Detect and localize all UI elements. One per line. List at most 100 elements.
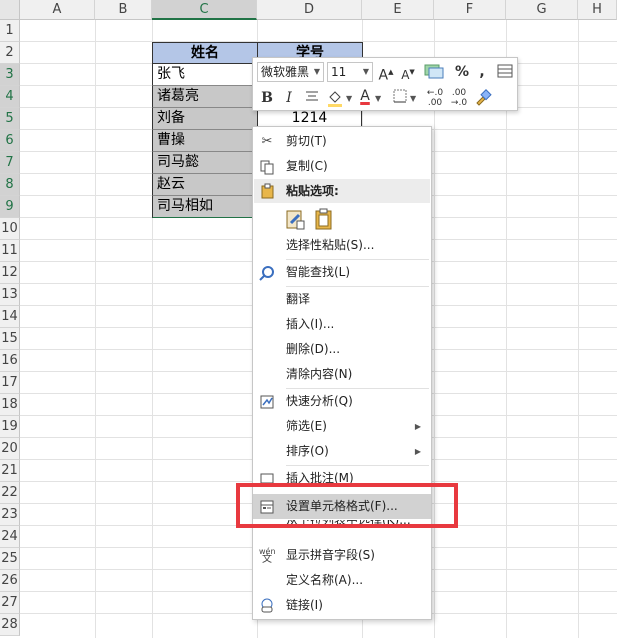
increase-decimal-button[interactable]: ←.0.00 <box>425 88 445 108</box>
row-header-20[interactable]: 20 <box>0 438 20 460</box>
paste-format-icon <box>286 210 305 230</box>
increase-decimal-icon: ←.0.00 <box>426 88 444 108</box>
row-header-12[interactable]: 12 <box>0 262 20 284</box>
italic-button[interactable]: I <box>281 88 297 108</box>
accounting-format-button[interactable] <box>421 62 449 86</box>
row-header-5[interactable]: 5 <box>0 108 20 130</box>
row-header-11[interactable]: 11 <box>0 240 20 262</box>
name-cell[interactable]: 诸葛亮 <box>152 86 258 108</box>
row-header-17[interactable]: 17 <box>0 372 20 394</box>
row-header-1[interactable]: 1 <box>0 20 20 42</box>
paste-icon <box>315 208 332 230</box>
row-header-18[interactable]: 18 <box>0 394 20 416</box>
column-header-f[interactable]: F <box>434 0 506 20</box>
row-header-9[interactable]: 9 <box>0 196 20 218</box>
menu-item-delete[interactable]: 删除(D)... <box>253 337 431 362</box>
format-painter-button[interactable] <box>473 88 493 112</box>
row-header-24[interactable]: 24 <box>0 526 20 548</box>
menu-item-translate[interactable]: 翻译 <box>253 287 431 312</box>
row-header-19[interactable]: 19 <box>0 416 20 438</box>
column-header-b[interactable]: B <box>95 0 152 20</box>
table-icon <box>497 64 513 78</box>
align-center-button[interactable] <box>303 88 321 110</box>
name-cell[interactable]: 司马相如 <box>152 196 258 218</box>
row-header-7[interactable]: 7 <box>0 152 20 174</box>
font-name-combo[interactable]: 微软雅黑 ▼ <box>257 62 324 82</box>
font-color-button[interactable]: A <box>357 86 373 106</box>
decrease-decimal-button[interactable]: .00 →.0 <box>449 88 469 108</box>
column-header-e[interactable]: E <box>362 0 434 20</box>
chevron-down-icon: ▼ <box>313 67 320 76</box>
row-header-16[interactable]: 16 <box>0 350 20 372</box>
column-header-g[interactable]: G <box>506 0 578 20</box>
row-header-13[interactable]: 13 <box>0 284 20 306</box>
gridline <box>434 20 435 638</box>
row-header-28[interactable]: 28 <box>0 614 20 636</box>
column-header-a[interactable]: A <box>20 0 95 20</box>
row-header-6[interactable]: 6 <box>0 130 20 152</box>
borders-icon <box>393 89 407 103</box>
name-cell[interactable]: 赵云 <box>152 174 258 196</box>
percent-style-button[interactable]: % <box>453 62 471 82</box>
column-header-d[interactable]: D <box>257 0 362 20</box>
select-all-corner[interactable] <box>0 0 20 20</box>
paste-formatting-button[interactable] <box>285 207 307 231</box>
quick-analysis-icon <box>259 394 275 410</box>
mini-toolbar: 微软雅黑 ▼ 11 ▼ A▲ A▼ % , B I ▼ A ▼ ▼ ←.0.00… <box>252 57 518 111</box>
row-header-4[interactable]: 4 <box>0 86 20 108</box>
bold-button[interactable]: B <box>259 88 275 108</box>
menu-item-define-name[interactable]: 定义名称(A)... <box>253 568 431 593</box>
row-header-21[interactable]: 21 <box>0 460 20 482</box>
row-header-27[interactable]: 27 <box>0 592 20 614</box>
format-table-button[interactable] <box>495 62 515 86</box>
shrink-font-button[interactable]: A▼ <box>399 62 417 85</box>
row-header-14[interactable]: 14 <box>0 306 20 328</box>
comma-style-button[interactable]: , <box>475 62 489 82</box>
row-header-26[interactable]: 26 <box>0 570 20 592</box>
menu-item-filter[interactable]: 筛选(E) ▶ <box>253 414 431 439</box>
menu-item-paste-special[interactable]: 选择性粘贴(S)... <box>253 233 431 258</box>
chevron-down-icon[interactable]: ▼ <box>410 94 416 103</box>
paste-button[interactable] <box>313 207 335 231</box>
menu-item-link[interactable]: 链接(I) <box>253 593 431 618</box>
column-header-h[interactable]: H <box>578 0 617 20</box>
menu-item-show-phonetic[interactable]: wén 文 显示拼音字段(S) <box>253 543 431 568</box>
column-header-c[interactable]: C <box>152 0 257 20</box>
borders-button[interactable] <box>391 88 409 110</box>
menu-item-clear-contents[interactable]: 清除内容(N) <box>253 362 431 387</box>
font-size-combo[interactable]: 11 ▼ <box>327 62 373 82</box>
menu-item-cut[interactable]: ✂ 剪切(T) <box>253 129 431 154</box>
row-header-15[interactable]: 15 <box>0 328 20 350</box>
row-header-22[interactable]: 22 <box>0 482 20 504</box>
grow-font-icon: A <box>378 67 389 84</box>
row-header-2[interactable]: 2 <box>0 42 20 64</box>
row-header-3[interactable]: 3 <box>0 64 20 86</box>
fill-color-button[interactable] <box>325 88 345 114</box>
row-header-23[interactable]: 23 <box>0 504 20 526</box>
submenu-arrow-icon: ▶ <box>414 447 421 456</box>
copy-icon <box>259 159 275 175</box>
name-cell[interactable]: 司马懿 <box>152 152 258 174</box>
context-menu: ✂ 剪切(T) 复制(C) 粘贴选项: 选择性粘贴(S)... 智能查找(L) … <box>252 126 432 620</box>
header-cell-name[interactable]: 姓名 <box>152 42 258 64</box>
grow-font-button[interactable]: A▲ <box>377 62 395 86</box>
row-header-8[interactable]: 8 <box>0 174 20 196</box>
chevron-down-icon: ▼ <box>362 67 369 76</box>
menu-item-sort[interactable]: 排序(O) ▶ <box>253 439 431 464</box>
chevron-down-icon[interactable]: ▼ <box>375 94 381 103</box>
row-header-25[interactable]: 25 <box>0 548 20 570</box>
row-header-10[interactable]: 10 <box>0 218 20 240</box>
gridline <box>578 20 579 638</box>
menu-item-copy[interactable]: 复制(C) <box>253 154 431 179</box>
menu-item-smart-lookup[interactable]: 智能查找(L) <box>253 260 431 285</box>
menu-item-insert[interactable]: 插入(I)... <box>253 312 431 337</box>
name-cell[interactable]: 刘备 <box>152 108 258 130</box>
font-name-value: 微软雅黑 <box>261 65 310 79</box>
chevron-down-icon[interactable]: ▼ <box>346 94 352 103</box>
scissors-icon: ✂ <box>261 134 273 149</box>
font-size-value: 11 <box>331 65 347 79</box>
phonetic-icon: wén 文 <box>259 547 276 565</box>
menu-item-quick-analysis[interactable]: 快速分析(Q) <box>253 389 431 414</box>
name-cell[interactable]: 曹操 <box>152 130 258 152</box>
name-cell[interactable]: 张飞 <box>152 64 258 86</box>
